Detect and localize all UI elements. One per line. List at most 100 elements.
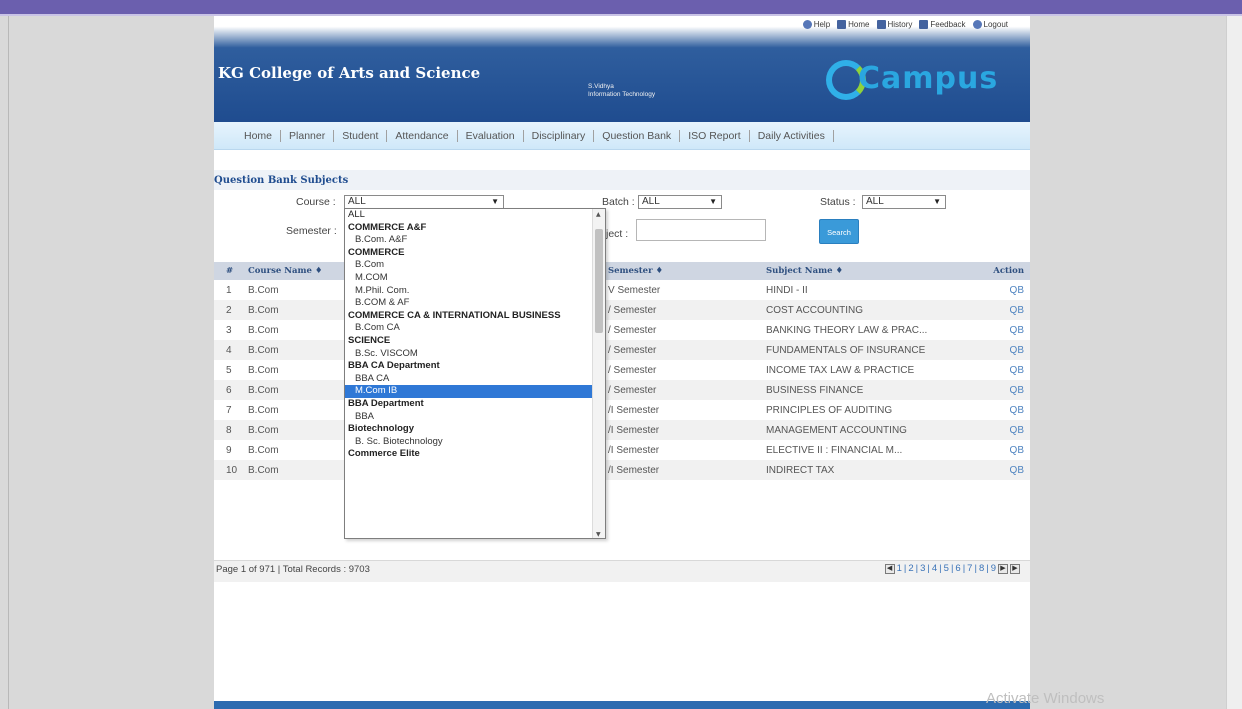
search-button[interactable]: Search: [819, 219, 859, 244]
table-row: 5 B.Com / Semester INCOME TAX LAW & PRACTIC…: [214, 360, 1030, 380]
row-qb-link[interactable]: QB: [982, 445, 1030, 456]
batch-label: Batch :: [602, 196, 635, 208]
nav-evaluation[interactable]: Evaluation: [458, 130, 524, 142]
dropdown-option[interactable]: B.Com: [345, 259, 593, 272]
header-subject-name[interactable]: Subject Name ♦: [760, 266, 982, 276]
row-num: 5: [226, 364, 232, 376]
dropdown-option[interactable]: B.Com. A&F: [345, 234, 593, 247]
logout-link[interactable]: Logout: [972, 20, 1008, 29]
course-select[interactable]: ALL ▼: [344, 195, 504, 209]
page-link[interactable]: 7: [967, 563, 972, 574]
history-link[interactable]: History: [876, 20, 912, 29]
row-qb-link[interactable]: QB: [982, 285, 1030, 296]
dropdown-scroll-thumb[interactable]: [595, 229, 603, 333]
row-num: 7: [226, 404, 232, 416]
page-link[interactable]: 4: [932, 563, 937, 574]
row-qb-link[interactable]: QB: [982, 465, 1030, 476]
chevron-down-icon: ▼: [491, 197, 499, 206]
course-dropdown-list[interactable]: ALL COMMERCE A&F B.Com. A&F COMMERCE B.C…: [344, 208, 606, 539]
table-row: 4 B.Com / Semester FUNDAMENTALS OF INSURANC…: [214, 340, 1030, 360]
page-sep: |: [915, 563, 919, 574]
help-link-label: Help: [813, 20, 831, 29]
row-course: B.Com: [248, 384, 279, 396]
row-course: B.Com: [248, 404, 279, 416]
table-row: 3 B.Com / Semester BANKING THEORY LAW & PRA…: [214, 320, 1030, 340]
nav-iso-report[interactable]: ISO Report: [680, 130, 750, 142]
section-title: Question Bank Subjects: [214, 175, 349, 186]
row-qb-link[interactable]: QB: [982, 425, 1030, 436]
header-semester[interactable]: Semester ♦: [604, 266, 760, 276]
browser-top-bar: [0, 0, 1242, 14]
dropdown-scrollbar[interactable]: ▲ ▼: [592, 209, 605, 538]
page-sep: |: [986, 563, 989, 574]
status-select-value: ALL: [866, 196, 884, 207]
row-course: B.Com: [248, 444, 279, 456]
nav-home[interactable]: Home: [236, 130, 282, 142]
dropdown-option[interactable]: M.COM: [345, 272, 593, 285]
dropdown-option[interactable]: M.Phil. Com.: [345, 285, 593, 298]
page-sep: |: [939, 563, 942, 574]
dropdown-option[interactable]: B. Sc. Biotechnology: [345, 436, 593, 449]
nav-planner[interactable]: Planner: [281, 130, 335, 142]
dropdown-option[interactable]: B.Sc. VISCOM: [345, 348, 593, 361]
nav-question-bank[interactable]: Question Bank: [594, 130, 681, 142]
window-scrollbar[interactable]: [1226, 16, 1242, 709]
feedback-icon: [919, 20, 929, 29]
page-link[interactable]: 8: [979, 563, 984, 574]
row-qb-link[interactable]: QB: [982, 305, 1030, 316]
dropdown-group: COMMERCE CA & INTERNATIONAL BUSINESS: [348, 309, 561, 321]
nav-daily-activities[interactable]: Daily Activities: [750, 130, 834, 142]
page-sep: |: [903, 563, 907, 574]
nav-student[interactable]: Student: [334, 130, 388, 142]
batch-select-value: ALL: [642, 196, 660, 207]
row-qb-link[interactable]: QB: [982, 365, 1030, 376]
dropdown-option-highlighted[interactable]: M.Com IB: [345, 385, 593, 398]
page-link[interactable]: 1: [897, 563, 902, 574]
semester-label: Semester :: [286, 225, 337, 237]
page-link[interactable]: 3: [920, 563, 925, 574]
table-row: 8 B.Com/I Semester MANAGEMENT ACCOUNTING QB: [214, 420, 1030, 440]
next-page-icon[interactable]: ▶: [998, 563, 1008, 574]
scroll-up-icon[interactable]: ▲: [596, 211, 601, 218]
help-link[interactable]: Help: [802, 20, 831, 29]
feedback-link[interactable]: Feedback: [919, 20, 966, 29]
row-subject: FUNDAMENTALS OF INSURANCE: [766, 344, 926, 356]
row-qb-link[interactable]: QB: [982, 325, 1030, 336]
subject-input[interactable]: [636, 219, 766, 241]
status-select[interactable]: ALL ▼: [862, 195, 946, 209]
home-link-label: Home: [848, 20, 870, 29]
prev-page-icon[interactable]: ◀: [884, 563, 895, 574]
logout-link-label: Logout: [983, 20, 1008, 29]
page-link[interactable]: 5: [944, 563, 949, 574]
page-right-margin: [1030, 16, 1242, 709]
dropdown-option[interactable]: B.Com CA: [345, 322, 593, 335]
row-course: B.Com: [248, 424, 279, 436]
nav-attendance[interactable]: Attendance: [387, 130, 458, 142]
row-course: B.Com: [248, 364, 279, 376]
dropdown-option[interactable]: BBA: [345, 411, 593, 424]
row-qb-link[interactable]: QB: [982, 385, 1030, 396]
course-select-value: ALL: [348, 196, 366, 207]
nav-disciplinary[interactable]: Disciplinary: [524, 130, 595, 142]
header-course-name[interactable]: Course Name ♦: [242, 266, 350, 276]
page-link[interactable]: 6: [955, 563, 960, 574]
dropdown-option[interactable]: B.COM & AF: [345, 297, 593, 310]
dropdown-option[interactable]: BBA CA: [345, 373, 593, 386]
home-link[interactable]: Home: [837, 20, 870, 29]
history-icon: [876, 20, 886, 29]
home-icon: [837, 20, 847, 29]
scroll-down-icon[interactable]: ▼: [596, 531, 601, 538]
user-info: S.Vidhya Information Technology: [588, 83, 655, 99]
batch-select[interactable]: ALL ▼: [638, 195, 722, 209]
logout-icon: [972, 20, 982, 29]
page-link[interactable]: 9: [991, 563, 996, 574]
last-page-icon[interactable]: ▶: [1010, 563, 1020, 574]
row-qb-link[interactable]: QB: [982, 405, 1030, 416]
row-course: B.Com: [248, 304, 279, 316]
row-semester: / Semester: [608, 364, 657, 376]
row-subject: INDIRECT TAX: [766, 464, 835, 476]
dropdown-option[interactable]: ALL: [345, 209, 593, 222]
page-footer-bar: [214, 701, 1030, 709]
row-qb-link[interactable]: QB: [982, 345, 1030, 356]
page-link[interactable]: 2: [908, 563, 913, 574]
